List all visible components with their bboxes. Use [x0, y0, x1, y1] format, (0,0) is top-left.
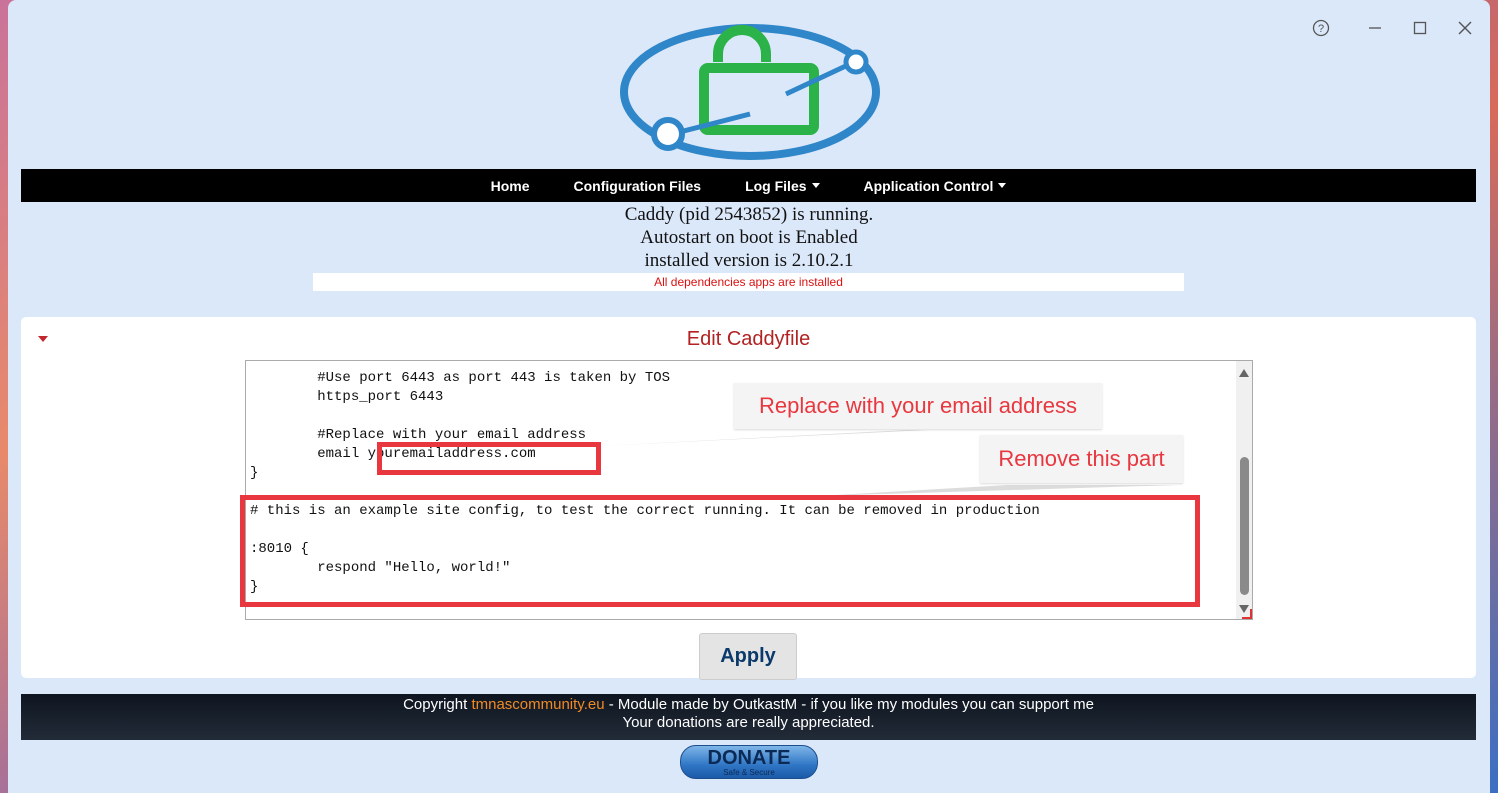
main-navbar: Home Configuration Files Log Files Appli… [21, 169, 1476, 202]
apply-button[interactable]: Apply [699, 633, 797, 680]
donate-button[interactable]: DONATE Safe & Secure [680, 745, 818, 779]
footer-line1: Copyright tmnascommunity.eu - Module mad… [21, 696, 1476, 714]
chevron-down-icon [811, 183, 820, 188]
nav-application-control-label: Application Control [863, 177, 994, 194]
nav-configuration-files-label: Configuration Files [573, 177, 702, 194]
footer-suffix: - Module made by OutkastM - if you like … [604, 696, 1094, 713]
status-version: installed version is 2.10.2.1 [644, 250, 854, 271]
dependencies-status: All dependencies apps are installed [313, 273, 1184, 291]
nav-home-label: Home [490, 177, 530, 194]
code-line: } [250, 465, 259, 481]
minimize-icon[interactable] [1363, 16, 1387, 40]
svg-text:?: ? [1318, 23, 1324, 35]
nav-log-files[interactable]: Log Files [745, 177, 820, 194]
app-window: ? Home Configuration Files Log Files App… [8, 0, 1490, 793]
nav-log-files-label: Log Files [745, 177, 807, 194]
donate-sub: Safe & Secure [723, 767, 775, 777]
scroll-up-icon[interactable] [1239, 369, 1249, 377]
email-callout: Replace with your email address [734, 383, 1102, 429]
footer-line2: Your donations are really appreciated. [622, 714, 875, 731]
maximize-icon[interactable] [1408, 16, 1432, 40]
status-autostart: Autostart on boot is Enabled [640, 227, 858, 248]
chevron-down-icon [998, 183, 1007, 188]
donate-label: DONATE [707, 746, 791, 769]
code-line: email youremailaddress.com [250, 446, 536, 462]
remove-highlight-box [240, 495, 1200, 607]
close-icon[interactable] [1453, 16, 1477, 40]
scroll-thumb[interactable] [1240, 457, 1249, 595]
help-icon[interactable]: ? [1309, 16, 1333, 40]
footer-prefix: Copyright [403, 696, 472, 713]
email-highlight-box [377, 442, 601, 475]
tmnascommunity-link[interactable]: tmnascommunity.eu [471, 696, 604, 713]
editor-scrollbar[interactable] [1236, 361, 1252, 619]
resize-grip-icon[interactable] [1242, 609, 1252, 619]
status-running: Caddy (pid 2543852) is running. [624, 204, 874, 225]
caddy-lock-logo [620, 24, 880, 160]
remove-callout: Remove this part [980, 435, 1183, 483]
nav-home[interactable]: Home [491, 178, 530, 194]
panel-title: Edit Caddyfile [686, 328, 811, 350]
nav-application-control[interactable]: Application Control [864, 178, 1007, 194]
nav-configuration-files[interactable]: Configuration Files [574, 178, 702, 194]
footer: Copyright tmnascommunity.eu - Module mad… [21, 694, 1476, 740]
